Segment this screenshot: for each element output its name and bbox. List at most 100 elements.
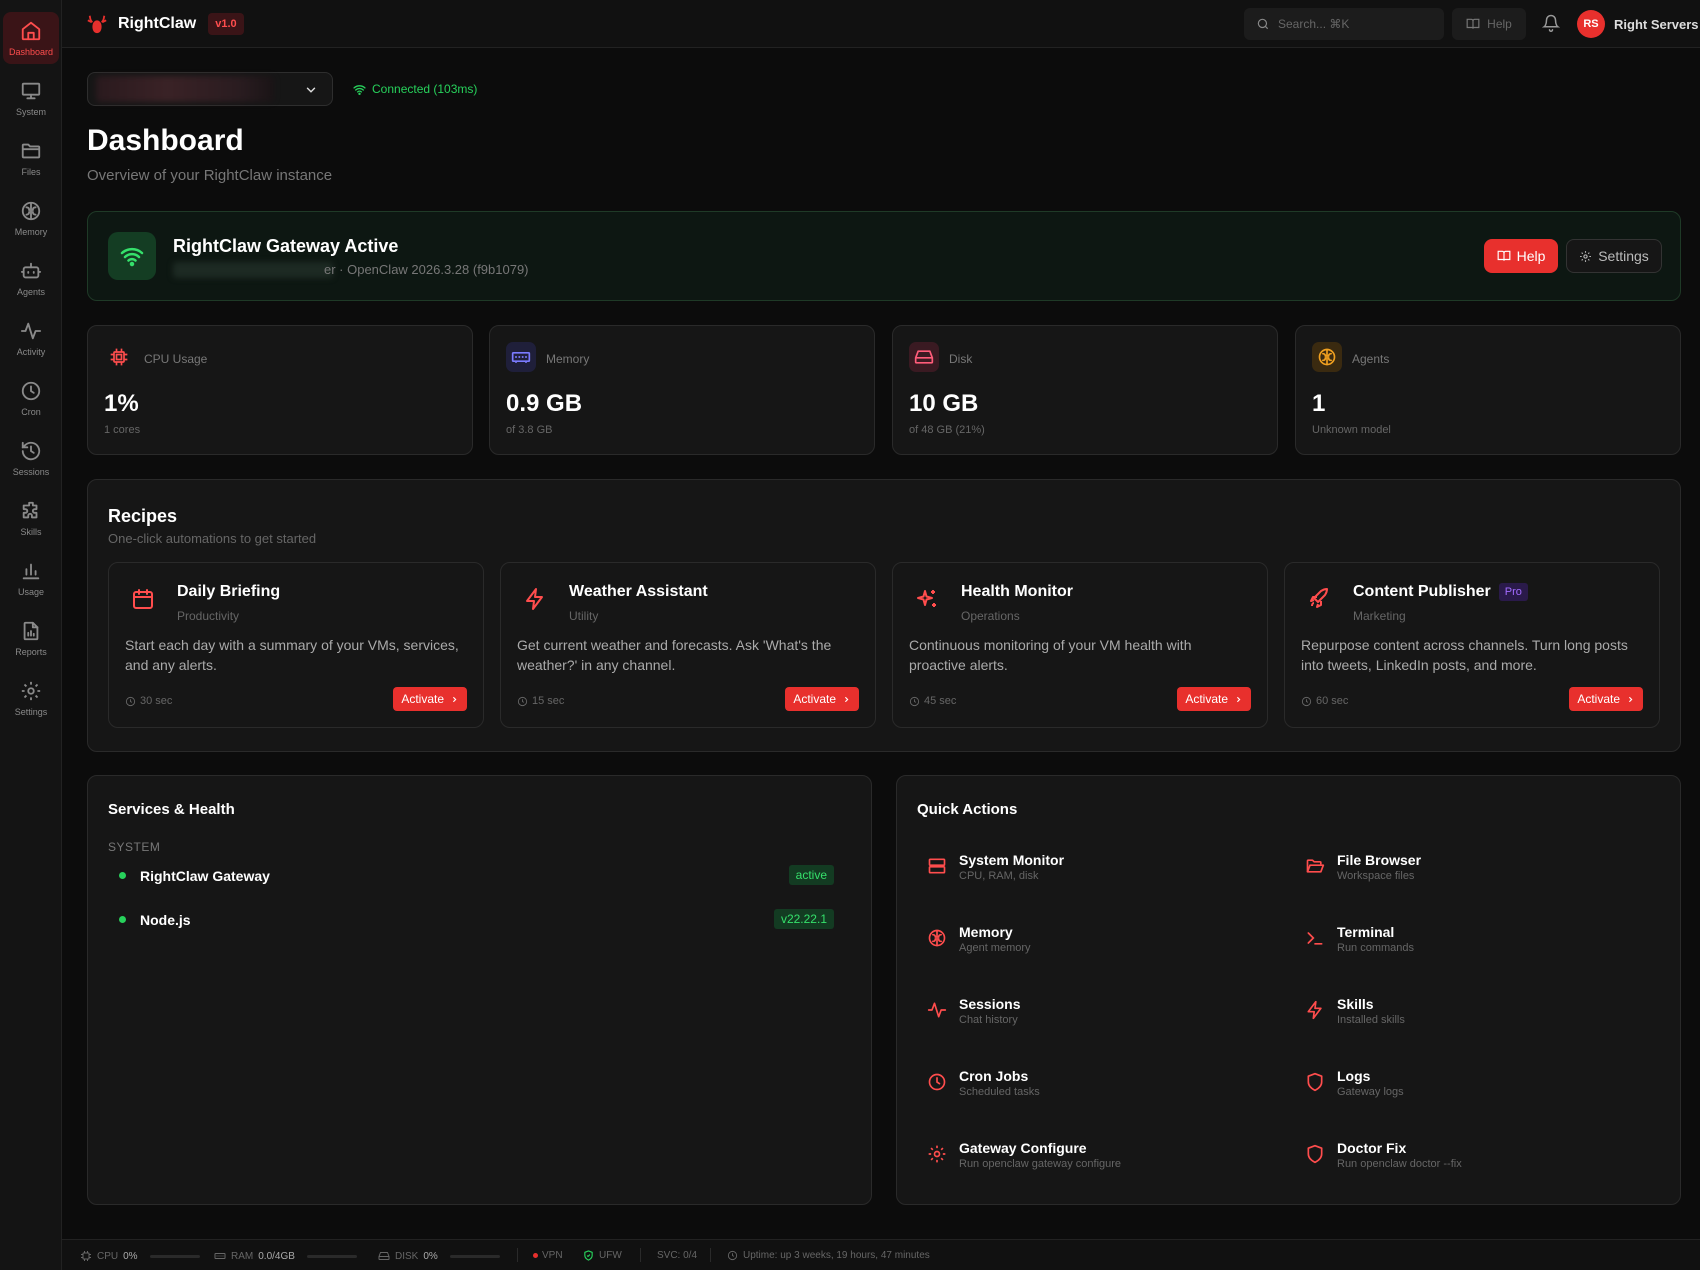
cpu-icon bbox=[104, 342, 134, 372]
connection-status: Connected (103ms) bbox=[353, 82, 477, 96]
monitor-icon bbox=[21, 82, 41, 99]
quick-action-title: Terminal bbox=[1337, 924, 1395, 940]
stat-subtext: of 3.8 GB bbox=[506, 424, 553, 436]
status-uptime-value: Uptime: up 3 weeks, 19 hours, 47 minutes bbox=[743, 1250, 930, 1261]
wifi-icon bbox=[353, 84, 366, 95]
bolt-icon bbox=[1307, 1000, 1322, 1020]
stat-card-cpu: CPU Usage 1% 1 cores bbox=[87, 325, 473, 455]
quick-action-file-browser[interactable]: File Browser Workspace files bbox=[1295, 848, 1655, 896]
sidebar-item-files[interactable]: Files bbox=[3, 132, 59, 184]
quick-action-subtitle: Run commands bbox=[1337, 942, 1415, 954]
wifi-icon bbox=[120, 248, 144, 267]
help-button[interactable]: Help bbox=[1452, 8, 1526, 40]
recipe-card[interactable]: Weather Assistant Utility Get current we… bbox=[500, 562, 876, 728]
quick-action-sessions[interactable]: Sessions Chat history bbox=[917, 992, 1277, 1040]
gateway-settings-button[interactable]: Settings bbox=[1566, 239, 1662, 273]
status-ram-value: 0.0/4GB bbox=[258, 1250, 295, 1262]
report-icon bbox=[23, 621, 39, 640]
service-row: Node.js v22.22.1 bbox=[108, 905, 834, 935]
quick-action-system-monitor[interactable]: System Monitor CPU, RAM, disk bbox=[917, 848, 1277, 896]
stat-card-memory: Memory 0.9 GB of 3.8 GB bbox=[489, 325, 875, 455]
recipe-time-value: 60 sec bbox=[1316, 695, 1349, 707]
quick-action-skills[interactable]: Skills Installed skills bbox=[1295, 992, 1655, 1040]
stat-label: Memory bbox=[546, 352, 590, 366]
recipe-category: Utility bbox=[569, 609, 599, 623]
recipe-card[interactable]: Daily Briefing Productivity Start each d… bbox=[108, 562, 484, 728]
terminal-icon bbox=[1307, 932, 1323, 945]
stat-label: Agents bbox=[1352, 352, 1390, 366]
sidebar-item-memory[interactable]: Memory bbox=[3, 192, 59, 244]
quick-action-subtitle: Agent memory bbox=[959, 942, 1031, 954]
sidebar-item-cron[interactable]: Cron bbox=[3, 372, 59, 424]
sidebar-item-agents[interactable]: Agents bbox=[3, 252, 59, 304]
quick-action-memory[interactable]: Memory Agent memory bbox=[917, 920, 1277, 968]
quick-action-doctor-fix[interactable]: Doctor Fix Run openclaw doctor --fix bbox=[1295, 1136, 1655, 1184]
bot-icon bbox=[20, 262, 42, 278]
gear-icon bbox=[928, 1145, 946, 1163]
chevron-right-icon bbox=[1236, 696, 1241, 702]
services-title: Services & Health bbox=[108, 801, 235, 818]
gear-icon bbox=[1580, 250, 1592, 262]
search-input[interactable]: Search... ⌘K bbox=[1244, 8, 1444, 40]
sidebar-item-skills[interactable]: Skills bbox=[3, 492, 59, 544]
sidebar-item-sessions[interactable]: Sessions bbox=[3, 432, 59, 484]
activate-button[interactable]: Activate bbox=[1177, 687, 1251, 711]
sidebar-item-usage[interactable]: Usage bbox=[3, 552, 59, 604]
recipe-title: Weather Assistant bbox=[569, 583, 708, 600]
quick-action-cron-jobs[interactable]: Cron Jobs Scheduled tasks bbox=[917, 1064, 1277, 1112]
quick-action-title: Cron Jobs bbox=[959, 1068, 1029, 1084]
memory-chip-icon bbox=[214, 1253, 226, 1259]
instance-select[interactable] bbox=[87, 72, 333, 106]
sidebar-item-reports[interactable]: Reports bbox=[3, 612, 59, 664]
quick-action-logs[interactable]: Logs Gateway logs bbox=[1295, 1064, 1655, 1112]
recipe-description: Continuous monitoring of your VM health … bbox=[909, 637, 1192, 673]
gateway-help-button[interactable]: Help bbox=[1484, 239, 1558, 273]
sidebar-item-label: Skills bbox=[20, 526, 42, 537]
home-icon bbox=[21, 21, 41, 40]
divider bbox=[517, 1248, 518, 1262]
brain-icon bbox=[1312, 342, 1342, 372]
quick-action-terminal[interactable]: Terminal Run commands bbox=[1295, 920, 1655, 968]
sidebar-item-label: Agents bbox=[16, 286, 46, 297]
activate-button[interactable]: Activate bbox=[785, 687, 859, 711]
quick-action-title: File Browser bbox=[1337, 852, 1422, 868]
user-name[interactable]: Right Servers bbox=[1614, 17, 1699, 32]
recipe-time: 60 sec bbox=[1301, 695, 1348, 707]
hard-drive-icon bbox=[909, 342, 939, 372]
gateway-status-banner: RightClaw Gateway Active er · OpenClaw 2… bbox=[87, 211, 1681, 301]
status-disk-value: 0% bbox=[423, 1250, 438, 1262]
status-dot bbox=[119, 872, 126, 879]
status-ufw: UFW bbox=[583, 1250, 622, 1261]
hard-drive-icon bbox=[378, 1252, 390, 1260]
sidebar-item-label: Settings bbox=[14, 706, 48, 717]
activity-icon bbox=[927, 1002, 947, 1018]
bell-icon bbox=[1542, 14, 1560, 32]
quick-action-subtitle: Run openclaw gateway configure bbox=[959, 1158, 1122, 1170]
recipe-card[interactable]: Health Monitor Operations Continuous mon… bbox=[892, 562, 1268, 728]
cpu-icon bbox=[81, 1251, 91, 1261]
notifications-button[interactable] bbox=[1542, 14, 1560, 32]
brand[interactable]: RightClaw v1.0 bbox=[86, 13, 244, 35]
activate-button[interactable]: Activate bbox=[393, 687, 467, 711]
sidebar-item-system[interactable]: System bbox=[3, 72, 59, 124]
clock-icon bbox=[1301, 696, 1312, 706]
status-services: SVC: 0/4 bbox=[657, 1250, 697, 1261]
sidebar-item-activity[interactable]: Activity bbox=[3, 312, 59, 364]
status-disk: DISK 0% bbox=[378, 1250, 500, 1262]
brand-name: RightClaw bbox=[118, 15, 197, 32]
status-svc-value: SVC: 0/4 bbox=[657, 1250, 698, 1261]
sidebar-item-settings[interactable]: Settings bbox=[3, 672, 59, 724]
chevron-right-icon bbox=[844, 696, 849, 702]
recipe-time: 30 sec bbox=[125, 695, 172, 707]
recipe-card[interactable]: Content Publisher Pro Marketing Repurpos… bbox=[1284, 562, 1660, 728]
activate-button[interactable]: Activate bbox=[1569, 687, 1643, 711]
clock-icon bbox=[517, 696, 528, 706]
recipes-panel: Recipes One-click automations to get sta… bbox=[87, 479, 1681, 752]
recipe-time-value: 45 sec bbox=[924, 695, 957, 707]
chevron-right-icon bbox=[1628, 696, 1633, 702]
pro-badge: Pro bbox=[1498, 583, 1528, 601]
quick-action-gateway-configure[interactable]: Gateway Configure Run openclaw gateway c… bbox=[917, 1136, 1277, 1184]
status-vpn-label: VPN bbox=[542, 1250, 563, 1261]
avatar[interactable]: RS bbox=[1577, 10, 1605, 38]
sidebar-item-dashboard[interactable]: Dashboard bbox=[3, 12, 59, 64]
